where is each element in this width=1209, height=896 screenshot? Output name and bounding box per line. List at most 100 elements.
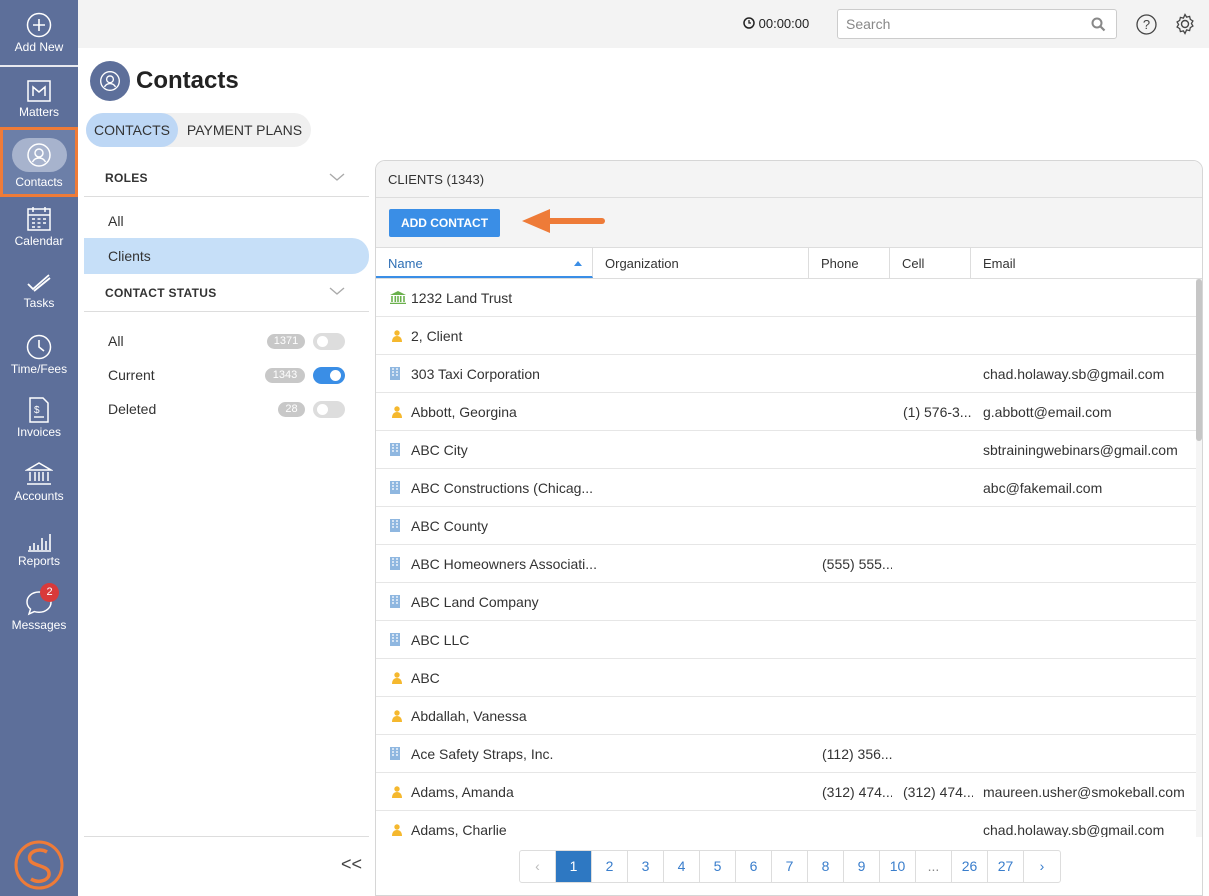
column-header-organization[interactable]: Organization: [593, 248, 809, 278]
nav-time-fees[interactable]: Time/Fees: [0, 334, 78, 376]
cell-name: 2, Client: [411, 328, 463, 344]
collapse-panel-button[interactable]: <<: [341, 854, 362, 875]
table-row[interactable]: ABC Constructions (Chicag... abc@fakemail…: [376, 469, 1196, 507]
cell-name: 303 Taxi Corporation: [411, 366, 540, 382]
table-row[interactable]: ABC City sbtrainingwebinars@gmail.com: [376, 431, 1196, 469]
roles-header[interactable]: ROLES: [84, 160, 369, 197]
table-row[interactable]: Ace Safety Straps, Inc. (112) 356...: [376, 735, 1196, 773]
chevron-down-icon[interactable]: [329, 286, 345, 296]
pagination-page-button[interactable]: 7: [772, 851, 808, 882]
tab-payment-plans[interactable]: PAYMENT PLANS: [178, 113, 311, 147]
pagination-page-button[interactable]: 8: [808, 851, 844, 882]
cell-phone: [822, 393, 892, 431]
column-header-cell[interactable]: Cell: [890, 248, 971, 278]
tasks-check-icon: [27, 274, 51, 292]
status-count-badge: 28: [278, 402, 305, 417]
cell-email: chad.holaway.sb@gmail.com: [983, 822, 1165, 837]
status-item-current[interactable]: Current 1343: [84, 360, 369, 390]
table-row[interactable]: ABC LLC: [376, 621, 1196, 659]
table-row[interactable]: 303 Taxi Corporation chad.holaway.sb@gmai…: [376, 355, 1196, 393]
tab-contacts[interactable]: CONTACTS: [86, 113, 178, 147]
pagination-page-button[interactable]: 3: [628, 851, 664, 882]
column-header-phone[interactable]: Phone: [809, 248, 890, 278]
smokeball-logo-icon: [14, 840, 64, 890]
pagination-page-button[interactable]: 6: [736, 851, 772, 882]
table-row[interactable]: ABC County: [376, 507, 1196, 545]
search-input[interactable]: [838, 10, 1078, 38]
pagination-page-button[interactable]: ...: [916, 851, 952, 882]
pagination-page-button[interactable]: 2: [592, 851, 628, 882]
table-row[interactable]: ABC Homeowners Associati... (555) 555...: [376, 545, 1196, 583]
table-row[interactable]: 2, Client: [376, 317, 1196, 355]
pagination-page-button[interactable]: 9: [844, 851, 880, 882]
nav-contacts[interactable]: Contacts: [0, 127, 78, 197]
bank-icon: [25, 462, 53, 485]
column-header-name[interactable]: Name: [376, 248, 593, 278]
table-row[interactable]: Adams, Amanda (312) 474... (312) 474... mau…: [376, 773, 1196, 811]
table-row[interactable]: Adams, Charlie chad.holaway.sb@gmail.com: [376, 811, 1196, 837]
nav-accounts[interactable]: Accounts: [0, 461, 78, 503]
column-header-label: Cell: [902, 256, 925, 271]
nav-calendar[interactable]: Calendar: [0, 206, 78, 248]
nav-reports[interactable]: Reports: [0, 532, 78, 568]
cell-cell: [903, 469, 973, 507]
gear-icon[interactable]: [1174, 13, 1196, 35]
column-header-label: Name: [388, 256, 423, 271]
role-item-clients[interactable]: Clients: [84, 238, 369, 274]
cell-phone: [822, 469, 892, 507]
contacts-table-body: 1232 Land Trust 2, Client 303 Taxi Corpora…: [376, 279, 1196, 837]
pagination-prev-button[interactable]: ‹: [520, 851, 556, 882]
role-item-all[interactable]: All: [84, 204, 369, 238]
search-icon[interactable]: [1091, 17, 1106, 32]
search-box[interactable]: [837, 9, 1117, 39]
cell-phone: [822, 279, 892, 317]
nav-add-new[interactable]: Add New: [0, 12, 78, 54]
add-contact-button[interactable]: ADD CONTACT: [389, 209, 500, 237]
pagination-page-button[interactable]: 10: [880, 851, 916, 882]
status-item-deleted[interactable]: Deleted 28: [84, 394, 369, 424]
nav-add-new-label: Add New: [14, 40, 64, 54]
status-toggle[interactable]: [313, 333, 345, 350]
cell-cell: [903, 355, 973, 393]
pagination-page-button[interactable]: 5: [700, 851, 736, 882]
cell-name: ABC Constructions (Chicag...: [411, 480, 594, 496]
cell-phone: [822, 355, 892, 393]
building-icon: [390, 443, 400, 459]
pagination-page-button[interactable]: 27: [988, 851, 1024, 882]
nav-tasks[interactable]: Tasks: [0, 272, 78, 310]
status-toggle[interactable]: [313, 401, 345, 418]
table-row[interactable]: 1232 Land Trust: [376, 279, 1196, 317]
pagination-page-button[interactable]: 4: [664, 851, 700, 882]
cell-email: [983, 621, 1193, 659]
contact-status-header[interactable]: CONTACT STATUS: [84, 274, 369, 312]
help-icon[interactable]: ?: [1136, 14, 1157, 35]
cell-cell: [903, 507, 973, 545]
status-count-badge: 1343: [265, 368, 305, 383]
pagination-page-button[interactable]: 26: [952, 851, 988, 882]
cell-email: [983, 583, 1193, 621]
nav-messages[interactable]: Messages: [0, 590, 78, 632]
timer[interactable]: 00:00:00: [743, 16, 809, 31]
scrollbar[interactable]: [1196, 279, 1202, 837]
table-row[interactable]: Abbott, Georgina (1) 576-3... g.abbott@ema…: [376, 393, 1196, 431]
contacts-icon: [27, 143, 51, 167]
pagination-next-button[interactable]: ›: [1024, 851, 1060, 882]
table-row[interactable]: Abdallah, Vanessa: [376, 697, 1196, 735]
nav-matters[interactable]: Matters: [0, 79, 78, 119]
building-icon: [390, 633, 400, 649]
chevron-down-icon[interactable]: [329, 172, 345, 182]
table-row[interactable]: ABC: [376, 659, 1196, 697]
cell-organization: [605, 773, 805, 811]
table-row[interactable]: ABC Land Company: [376, 583, 1196, 621]
cell-organization: [605, 697, 805, 735]
sort-asc-icon: [574, 261, 582, 266]
scrollbar-thumb[interactable]: [1196, 279, 1202, 441]
pagination-page-button[interactable]: 1: [556, 851, 592, 882]
bank-icon: [390, 291, 406, 307]
status-item-all[interactable]: All 1371: [84, 326, 369, 356]
cell-name: Adams, Charlie: [411, 822, 507, 837]
nav-invoices[interactable]: $ Invoices: [0, 397, 78, 439]
cell-phone: (112) 356...: [822, 746, 892, 762]
column-header-email[interactable]: Email: [971, 248, 1202, 278]
status-toggle[interactable]: [313, 367, 345, 384]
